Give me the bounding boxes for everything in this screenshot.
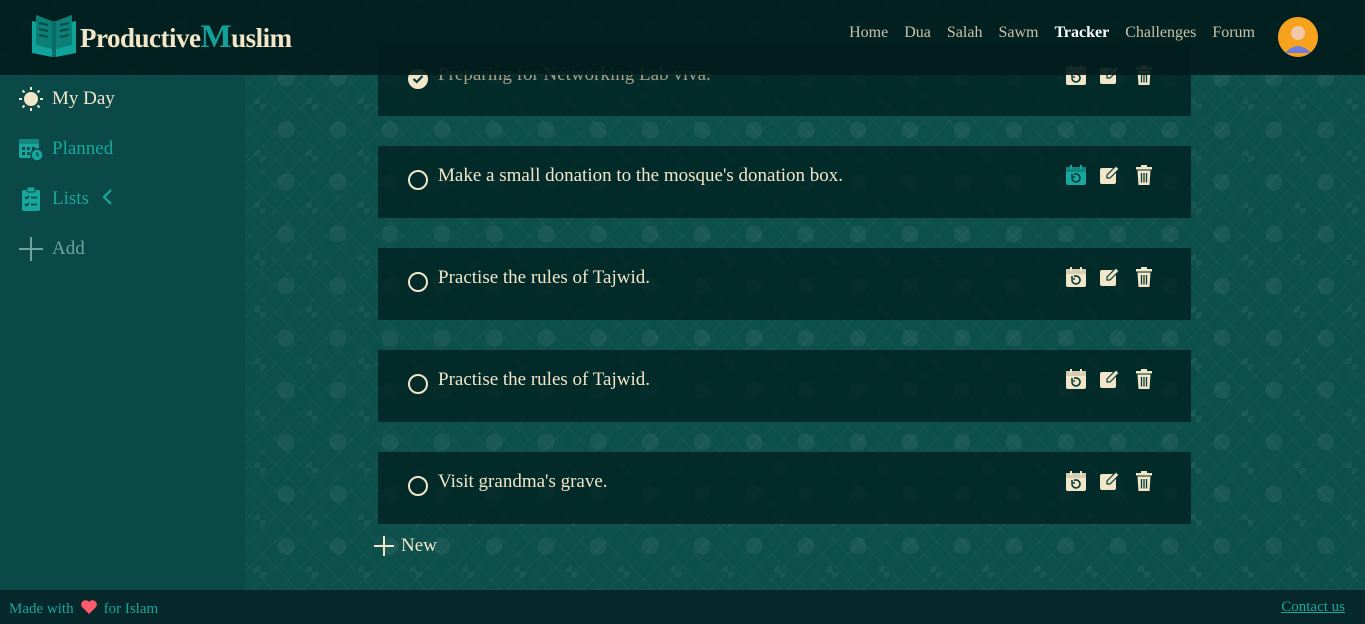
- task-item: Visit grandma's grave.: [378, 452, 1191, 524]
- made-with-text: Made with for Islam: [9, 599, 158, 620]
- contact-us-link[interactable]: Contact us: [1281, 599, 1345, 616]
- repeat-calendar-icon[interactable]: [1065, 164, 1087, 186]
- edit-icon[interactable]: [1099, 368, 1121, 390]
- task-item: Practise the rules of Tajwid.: [378, 248, 1191, 320]
- calendar-clock-icon: [18, 136, 44, 162]
- task-title[interactable]: Practise the rules of Tajwid.: [438, 267, 650, 289]
- logo-text: ProductiveMuslim: [80, 18, 292, 55]
- sidebar-item-label: Lists: [52, 188, 89, 209]
- nav-salah[interactable]: Salah: [947, 24, 983, 42]
- empty-circle-checkbox-icon[interactable]: [408, 170, 428, 190]
- sidebar-item-planned[interactable]: Planned: [18, 136, 113, 162]
- edit-icon[interactable]: [1099, 164, 1121, 186]
- nav-forum[interactable]: Forum: [1212, 24, 1255, 42]
- sidebar-item-add[interactable]: Add: [18, 236, 85, 262]
- trash-icon[interactable]: [1133, 164, 1155, 186]
- nav-dua[interactable]: Dua: [904, 24, 931, 42]
- sidebar-item-my-day[interactable]: My Day: [18, 86, 115, 112]
- clipboard-list-icon: [18, 186, 44, 212]
- trash-icon[interactable]: [1133, 266, 1155, 288]
- task-title[interactable]: Practise the rules of Tajwid.: [438, 369, 650, 391]
- repeat-calendar-icon[interactable]: [1065, 266, 1087, 288]
- footer: Made with for Islam Contact us: [0, 590, 1365, 624]
- made-suffix: for Islam: [103, 601, 159, 617]
- task-item: Make a small donation to the mosque's do…: [378, 146, 1191, 218]
- nav-tracker[interactable]: Tracker: [1054, 24, 1109, 42]
- task-title[interactable]: Visit grandma's grave.: [438, 471, 608, 493]
- empty-circle-checkbox-icon[interactable]: [408, 476, 428, 496]
- empty-circle-checkbox-icon[interactable]: [408, 374, 428, 394]
- chevron-left-icon[interactable]: [101, 188, 113, 211]
- new-task-button[interactable]: New: [373, 535, 437, 557]
- sidebar-item-lists[interactable]: Lists: [18, 186, 113, 212]
- edit-icon[interactable]: [1099, 266, 1121, 288]
- logo[interactable]: ProductiveMuslim: [28, 10, 292, 64]
- repeat-calendar-icon[interactable]: [1065, 470, 1087, 492]
- nav-sawm[interactable]: Sawm: [998, 24, 1038, 42]
- main-nav: Home Dua Salah Sawm Tracker Challenges F…: [849, 24, 1255, 42]
- avatar[interactable]: [1278, 17, 1318, 57]
- task-actions: [1065, 164, 1155, 186]
- task-title[interactable]: Make a small donation to the mosque's do…: [438, 165, 843, 187]
- repeat-calendar-icon[interactable]: [1065, 368, 1087, 390]
- empty-circle-checkbox-icon[interactable]: [408, 272, 428, 292]
- new-task-label: New: [401, 535, 437, 556]
- plus-icon: [374, 536, 394, 556]
- task-item: Practise the rules of Tajwid.: [378, 350, 1191, 422]
- sun-icon: [18, 86, 44, 112]
- open-book-logo-icon: [32, 15, 76, 57]
- user-avatar-icon: [1278, 17, 1318, 57]
- top-header: ProductiveMuslim Home Dua Salah Sawm Tra…: [0, 0, 1365, 75]
- sidebar-item-label: My Day: [52, 88, 115, 109]
- trash-icon[interactable]: [1133, 368, 1155, 390]
- nav-home[interactable]: Home: [849, 24, 888, 42]
- sidebar-item-label: Add: [52, 238, 85, 259]
- heart-icon: [80, 599, 98, 620]
- plus-icon: [18, 236, 44, 262]
- sidebar: My Day Planned Lists Add: [0, 75, 245, 590]
- sidebar-item-label: Planned: [52, 138, 114, 159]
- edit-icon[interactable]: [1099, 470, 1121, 492]
- task-actions: [1065, 470, 1155, 492]
- trash-icon[interactable]: [1133, 470, 1155, 492]
- task-actions: [1065, 368, 1155, 390]
- task-actions: [1065, 266, 1155, 288]
- made-prefix: Made with: [9, 601, 74, 617]
- nav-challenges[interactable]: Challenges: [1125, 24, 1196, 42]
